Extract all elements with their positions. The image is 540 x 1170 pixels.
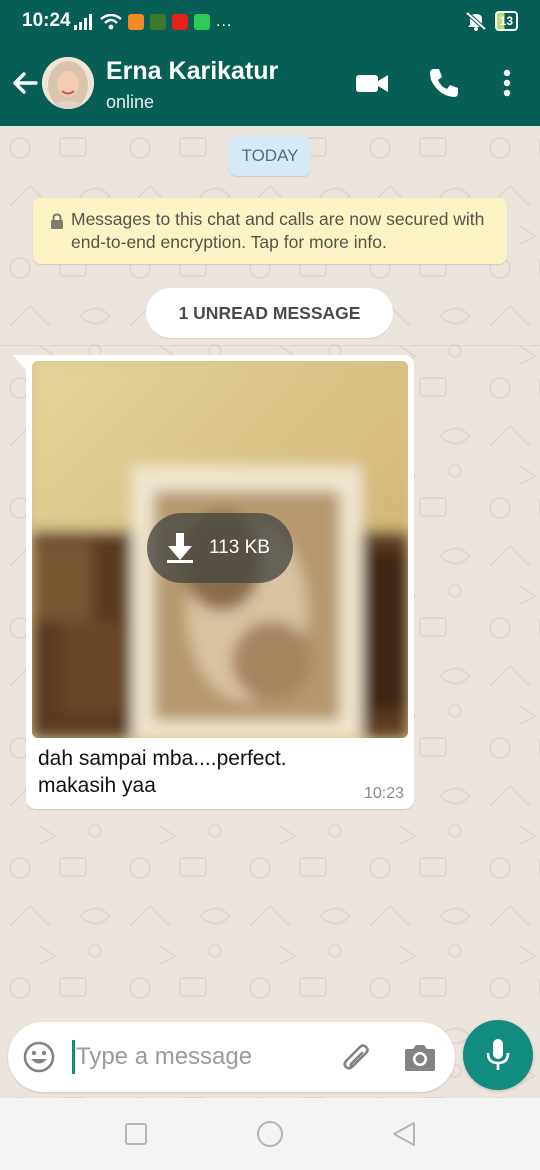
download-arrow-icon bbox=[167, 533, 193, 563]
status-bar: 10:24 ... 13 bbox=[0, 0, 540, 42]
battery-icon: 13 bbox=[494, 11, 518, 31]
message-caption: dah sampai mba....perfect. makasih yaa bbox=[38, 745, 398, 799]
signal-icon bbox=[74, 14, 92, 30]
incoming-message-bubble[interactable]: 113 KB dah sampai mba....perfect. makasi… bbox=[26, 355, 414, 809]
download-button[interactable]: 113 KB bbox=[147, 513, 293, 583]
status-icons-left: ... bbox=[74, 13, 232, 31]
status-time: 10:24 bbox=[22, 10, 71, 31]
system-nav-bar bbox=[0, 1098, 540, 1170]
image-thumbnail[interactable]: 113 KB bbox=[32, 361, 408, 738]
message-caption-line: makasih yaa bbox=[38, 774, 156, 797]
voice-record-button[interactable] bbox=[463, 1020, 533, 1090]
encryption-notice-text: Messages to this chat and calls are now … bbox=[71, 209, 485, 252]
chat-area[interactable]: TODAY Messages to this chat and calls ar… bbox=[0, 126, 540, 1098]
avatar[interactable] bbox=[42, 57, 94, 109]
date-chip: TODAY bbox=[229, 136, 311, 176]
emoji-icon[interactable] bbox=[22, 1040, 56, 1074]
chat-header: Erna Karikatur online bbox=[0, 42, 540, 126]
home-icon[interactable] bbox=[256, 1120, 284, 1148]
lock-icon bbox=[51, 213, 63, 229]
contact-status: online bbox=[106, 92, 155, 112]
wifi-icon bbox=[100, 14, 122, 30]
message-composer[interactable] bbox=[8, 1022, 455, 1092]
download-size: 113 KB bbox=[209, 537, 270, 558]
status-icons-right: 13 bbox=[465, 11, 518, 31]
app-notification-icon bbox=[128, 14, 144, 30]
bubble-tail bbox=[13, 355, 27, 371]
more-notifications-icon: ... bbox=[216, 13, 233, 30]
contact-name[interactable]: Erna Karikatur bbox=[106, 57, 278, 86]
chat-notification-icon bbox=[194, 14, 210, 30]
silent-icon bbox=[465, 11, 486, 31]
message-time: 10:23 bbox=[363, 785, 404, 802]
text-cursor bbox=[72, 1040, 75, 1074]
unread-messages-badge: 1 UNREAD MESSAGE bbox=[146, 288, 393, 338]
voice-call-icon[interactable] bbox=[427, 66, 461, 100]
back-nav-icon[interactable] bbox=[390, 1120, 418, 1148]
recents-icon[interactable] bbox=[122, 1120, 150, 1148]
camera-icon[interactable] bbox=[403, 1041, 437, 1073]
encryption-notice[interactable]: Messages to this chat and calls are now … bbox=[33, 198, 507, 264]
message-input[interactable] bbox=[76, 1036, 326, 1078]
mic-icon bbox=[486, 1039, 510, 1070]
back-arrow-icon[interactable] bbox=[10, 68, 40, 98]
attach-icon[interactable] bbox=[338, 1040, 372, 1074]
video-call-icon[interactable] bbox=[355, 66, 389, 100]
message-caption-line: dah sampai mba....perfect. bbox=[38, 747, 287, 770]
more-vert-icon[interactable] bbox=[490, 66, 524, 100]
gallery-notification-icon bbox=[150, 14, 166, 30]
youtube-icon bbox=[172, 14, 188, 30]
